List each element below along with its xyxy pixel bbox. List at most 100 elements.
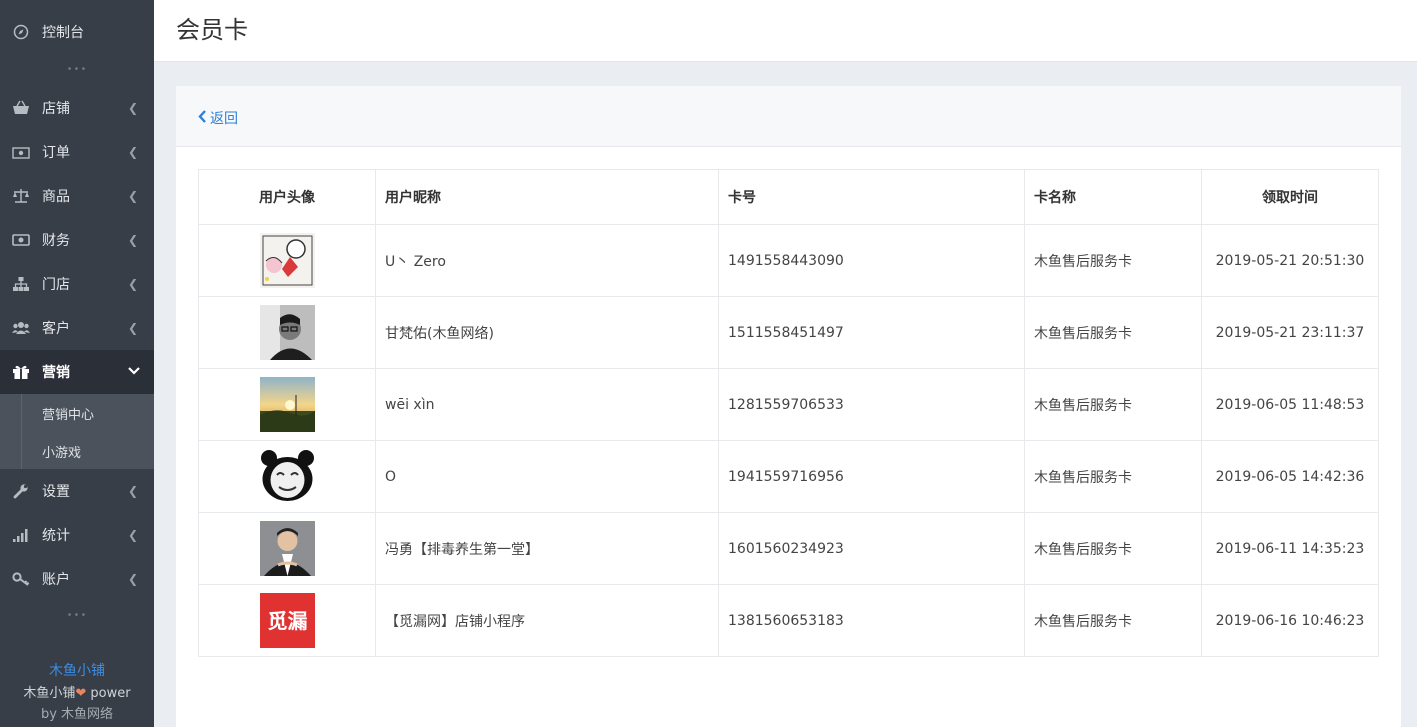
submenu-item-mini-games[interactable]: 小游戏 <box>42 442 81 461</box>
avatar-cell <box>198 512 376 585</box>
users-icon <box>12 319 30 337</box>
sidebar: 控制台 ••• 店铺 ❮ 订单 ❮ 商品 ❮ 财务 ❮ 门店 ❮ 客户 ❮ 营销… <box>0 0 154 727</box>
marketing-submenu: 营销中心 小游戏 <box>0 394 154 469</box>
chevron-left-icon: ❮ <box>128 528 139 542</box>
table-row: 觅漏 【觅漏网】店铺小程序 1381560653183 木鱼售后服务卡 2019… <box>198 584 1379 657</box>
column-header-avatar: 用户头像 <box>198 169 376 225</box>
card-header: 返回 <box>176 86 1401 147</box>
sidebar-item-finance[interactable]: 财务 ❮ <box>0 218 154 262</box>
back-link-label: 返回 <box>210 111 238 127</box>
sidebar-item-settings[interactable]: 设置 ❮ <box>0 469 154 513</box>
sidebar-item-stats[interactable]: 统计 ❮ <box>0 513 154 557</box>
card-name-cell: 木鱼售后服务卡 <box>1024 584 1202 657</box>
table-row: O 1941559716956 木鱼售后服务卡 2019-06-05 14:42… <box>198 440 1379 513</box>
chevron-left-icon: ❮ <box>128 233 139 247</box>
signal-icon <box>12 526 30 544</box>
photo-avatar-glasses <box>259 305 315 360</box>
heart-icon: ❤ <box>75 686 87 701</box>
sidebar-item-label: 订单 <box>42 145 70 161</box>
panda-meme-avatar <box>259 449 315 504</box>
nickname-cell: U丶 Zero <box>375 224 719 297</box>
key-icon <box>12 570 30 588</box>
member-card-table: 用户头像 用户昵称 卡号 卡名称 领取时间 U丶 Zero 1491558443… <box>198 169 1379 657</box>
card-number-cell: 1601560234923 <box>718 512 1025 585</box>
basket-icon <box>12 99 30 117</box>
divider-dots: ••• <box>66 64 88 75</box>
submenu-item-marketing-center[interactable]: 营销中心 <box>42 404 94 423</box>
chevron-left-icon: ❮ <box>128 145 139 159</box>
table-row: 冯勇【排毒养生第一堂】 1601560234923 木鱼售后服务卡 2019-0… <box>198 512 1379 585</box>
portrait-avatar <box>259 521 315 576</box>
chevron-left-icon: ❮ <box>128 277 139 291</box>
chevron-left-icon: ❮ <box>128 484 139 498</box>
card-number-cell: 1491558443090 <box>718 224 1025 297</box>
card-name-cell: 木鱼售后服务卡 <box>1024 296 1202 369</box>
nickname-cell: 冯勇【排毒养生第一堂】 <box>375 512 719 585</box>
footer-brand-link[interactable]: 木鱼小铺 <box>0 660 154 680</box>
sidebar-item-label: 店铺 <box>42 101 70 117</box>
claim-time-cell: 2019-06-11 14:35:23 <box>1201 512 1379 585</box>
table-row: U丶 Zero 1491558443090 木鱼售后服务卡 2019-05-21… <box>198 224 1379 297</box>
footer-power-line: 木鱼小铺❤ power <box>0 682 154 701</box>
chevron-down-icon <box>128 365 140 379</box>
nickname-cell: O <box>375 440 719 513</box>
top-header: 会员卡 <box>154 0 1417 62</box>
column-header-card-name: 卡名称 <box>1024 169 1202 225</box>
sidebar-item-label: 商品 <box>42 189 70 205</box>
claim-time-cell: 2019-05-21 23:11:37 <box>1201 296 1379 369</box>
chevron-left-icon: ❮ <box>128 101 139 115</box>
sidebar-item-dashboard[interactable]: 控制台 <box>0 10 154 54</box>
nickname-cell: 【觅漏网】店铺小程序 <box>375 584 719 657</box>
card-name-cell: 木鱼售后服务卡 <box>1024 368 1202 441</box>
cartoon-avatar <box>259 233 315 288</box>
card-number-cell: 1511558451497 <box>718 296 1025 369</box>
sidebar-item-marketing[interactable]: 营销 <box>0 350 154 394</box>
sidebar-item-store[interactable]: 店铺 ❮ <box>0 86 154 130</box>
sidebar-item-label: 账户 <box>42 572 70 588</box>
milou-logo-avatar: 觅漏 <box>259 593 315 648</box>
table-row: wēi xìn 1281559706533 木鱼售后服务卡 2019-06-05… <box>198 368 1379 441</box>
sidebar-item-stores[interactable]: 门店 ❮ <box>0 262 154 306</box>
sidebar-item-label: 财务 <box>42 233 70 249</box>
column-header-time: 领取时间 <box>1201 169 1379 225</box>
chevron-left-icon <box>198 109 207 127</box>
claim-time-cell: 2019-06-05 11:48:53 <box>1201 368 1379 441</box>
nickname-cell: wēi xìn <box>375 368 719 441</box>
claim-time-cell: 2019-05-21 20:51:30 <box>1201 224 1379 297</box>
back-link[interactable]: 返回 <box>198 108 238 128</box>
card-name-cell: 木鱼售后服务卡 <box>1024 440 1202 513</box>
card-name-cell: 木鱼售后服务卡 <box>1024 512 1202 585</box>
scale-icon <box>12 187 30 205</box>
sidebar-item-customers[interactable]: 客户 ❮ <box>0 306 154 350</box>
nickname-cell: 甘梵佑(木鱼网络) <box>375 296 719 369</box>
column-header-card-no: 卡号 <box>718 169 1025 225</box>
avatar-cell <box>198 368 376 441</box>
sidebar-item-account[interactable]: 账户 ❮ <box>0 557 154 601</box>
submenu-divider <box>21 394 22 469</box>
avatar-cell <box>198 440 376 513</box>
gift-icon <box>12 363 30 381</box>
chevron-left-icon: ❮ <box>128 189 139 203</box>
sidebar-item-label: 统计 <box>42 528 70 544</box>
member-card-panel: 返回 用户头像 用户昵称 卡号 卡名称 领取时间 U丶 Zero 1491558… <box>176 86 1401 727</box>
avatar-cell <box>198 296 376 369</box>
column-header-nickname: 用户昵称 <box>375 169 719 225</box>
sitemap-icon <box>12 275 30 293</box>
chevron-left-icon: ❮ <box>128 321 139 335</box>
claim-time-cell: 2019-06-16 10:46:23 <box>1201 584 1379 657</box>
sidebar-item-label: 设置 <box>42 484 70 500</box>
table-row: 甘梵佑(木鱼网络) 1511558451497 木鱼售后服务卡 2019-05-… <box>198 296 1379 369</box>
card-name-cell: 木鱼售后服务卡 <box>1024 224 1202 297</box>
card-number-cell: 1281559706533 <box>718 368 1025 441</box>
card-number-cell: 1941559716956 <box>718 440 1025 513</box>
avatar-cell: 觅漏 <box>198 584 376 657</box>
sidebar-item-orders[interactable]: 订单 ❮ <box>0 130 154 174</box>
compass-icon <box>12 23 30 41</box>
svg-text:觅漏: 觅漏 <box>267 609 307 633</box>
sunset-avatar <box>259 377 315 432</box>
footer-brand-text: 木鱼小铺 <box>23 686 76 701</box>
footer-power-text: power <box>86 686 131 701</box>
sidebar-item-goods[interactable]: 商品 ❮ <box>0 174 154 218</box>
divider-dots: ••• <box>66 610 88 621</box>
cash-icon <box>12 231 30 249</box>
